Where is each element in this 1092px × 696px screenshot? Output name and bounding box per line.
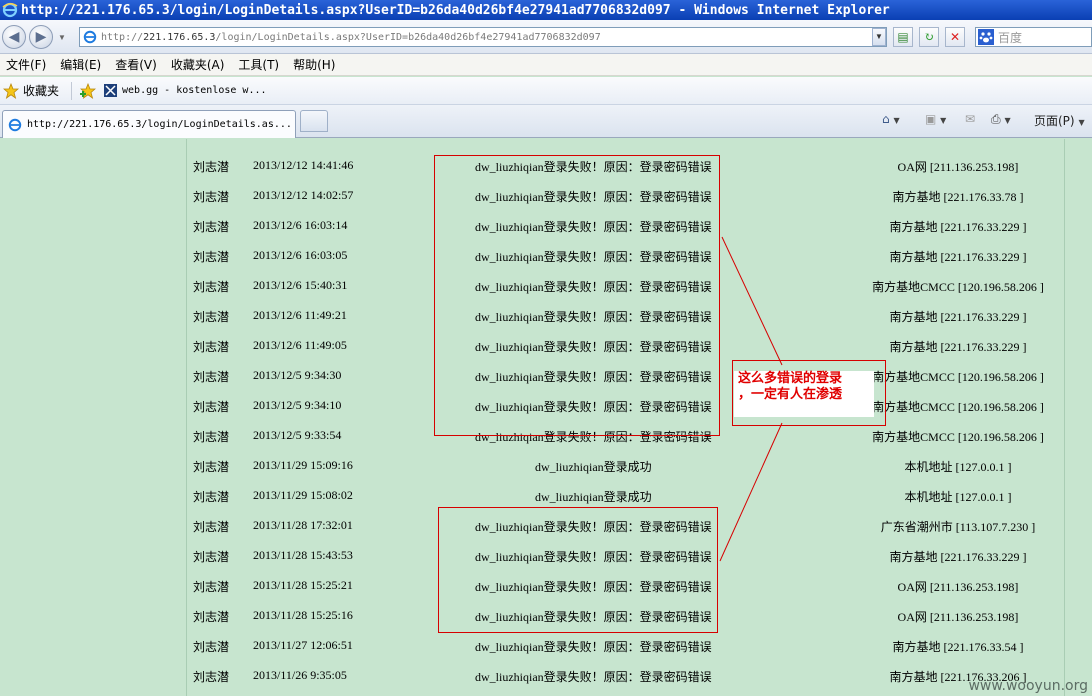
address-host: 221.176.65.3 (143, 31, 216, 43)
annotation-connector-lines (719, 236, 783, 562)
favorites-bar: 收藏夹 web.gg - kostenlose w... (0, 77, 1092, 105)
favorites-separator (71, 81, 73, 100)
printer-icon: ⎙ (991, 112, 1001, 126)
tab-ie-icon (8, 118, 22, 131)
tab-title: http://221.176.65.3/login/LoginDetails.a… (27, 119, 292, 130)
address-bar[interactable]: http://221.176.65.3/login/LoginDetails.a… (79, 27, 887, 47)
ie-icon (2, 2, 18, 18)
menu-favorites[interactable]: 收藏夹(A) (165, 56, 231, 73)
home-button[interactable]: ⌂ ▼ (882, 112, 900, 126)
page-ie-icon (83, 30, 97, 44)
window-title-bar[interactable]: http://221.176.65.3/login/LoginDetails.a… (0, 0, 1092, 20)
baidu-paw-icon (978, 29, 994, 45)
address-prefix: http:// (101, 31, 144, 43)
annotation-callout: 这么多错误的登录 ，一定有人在渗透 (732, 360, 886, 426)
search-placeholder: 百度 (998, 30, 1023, 45)
stop-icon: ✕ (949, 30, 961, 44)
menu-bar: 文件(F) 编辑(E) 查看(V) 收藏夹(A) 工具(T) 帮助(H) (0, 54, 1092, 76)
tab-login-details[interactable]: http://221.176.65.3/login/LoginDetails.a… (2, 110, 296, 138)
feeds-button[interactable]: ▣ ▼ (925, 112, 946, 126)
forward-button[interactable]: ▶ (29, 25, 53, 49)
stop-button[interactable]: ✕ (945, 27, 965, 47)
new-tab-button[interactable] (300, 110, 328, 132)
annotation-callout-background: 这么多错误的登录 ，一定有人在渗透 (734, 371, 874, 417)
login-details-page: 刘志潜 2013/12/12 14:41:46 dw_liuzhiqian登录失败！… (0, 139, 1092, 696)
page-menu-button[interactable]: 页面(P) ▼ (1034, 112, 1085, 129)
address-dropdown-button[interactable]: ▼ (872, 28, 886, 46)
watermark: www.wooyun.org (968, 678, 1088, 694)
search-input[interactable]: 百度 (975, 27, 1092, 47)
compatibility-icon: ▤ (897, 30, 909, 44)
menu-tools[interactable]: 工具(T) (232, 56, 285, 73)
page-menu-label: 页面(P) (1034, 114, 1075, 128)
read-mail-button[interactable]: ✉ (965, 112, 975, 126)
add-to-favorites-icon[interactable] (80, 82, 97, 99)
window-title: http://221.176.65.3/login/LoginDetails.a… (21, 2, 890, 18)
home-icon: ⌂ (882, 112, 890, 126)
rss-feed-icon: ▣ (925, 112, 937, 126)
webgg-favicon-icon (104, 84, 118, 97)
menu-help[interactable]: 帮助(H) (287, 56, 341, 73)
favorite-link-webgg[interactable]: web.gg - kostenlose w... (122, 85, 267, 96)
compatibility-view-button[interactable]: ▤ (893, 27, 913, 47)
annotation-line-2: ，一定有人在渗透 (738, 387, 843, 402)
print-button[interactable]: ⎙ ▼ (991, 112, 1011, 127)
menu-edit[interactable]: 编辑(E) (54, 56, 107, 73)
refresh-icon: ↻ (923, 30, 935, 44)
back-button[interactable]: ◀ (2, 25, 26, 49)
recent-pages-dropdown-icon[interactable]: ▼ (58, 33, 66, 42)
annotation-line-1: 这么多错误的登录 (738, 371, 843, 386)
favorites-star-icon (3, 82, 19, 99)
navigation-bar: ◀ ▶ ▼ http://221.176.65.3/login/LoginDet… (0, 20, 1092, 54)
back-arrow-icon: ◀ (8, 29, 20, 45)
annotation-text: 这么多错误的登录 ，一定有人在渗透 (738, 371, 874, 403)
menu-view[interactable]: 查看(V) (109, 56, 163, 73)
menu-file[interactable]: 文件(F) (0, 56, 52, 73)
mail-icon: ✉ (965, 112, 976, 126)
forward-arrow-icon: ▶ (35, 29, 47, 45)
favorites-button[interactable]: 收藏夹 (23, 82, 59, 99)
refresh-button[interactable]: ↻ (919, 27, 939, 47)
address-path: /login/LoginDetails.aspx?UserID=b26da40d… (215, 31, 601, 43)
